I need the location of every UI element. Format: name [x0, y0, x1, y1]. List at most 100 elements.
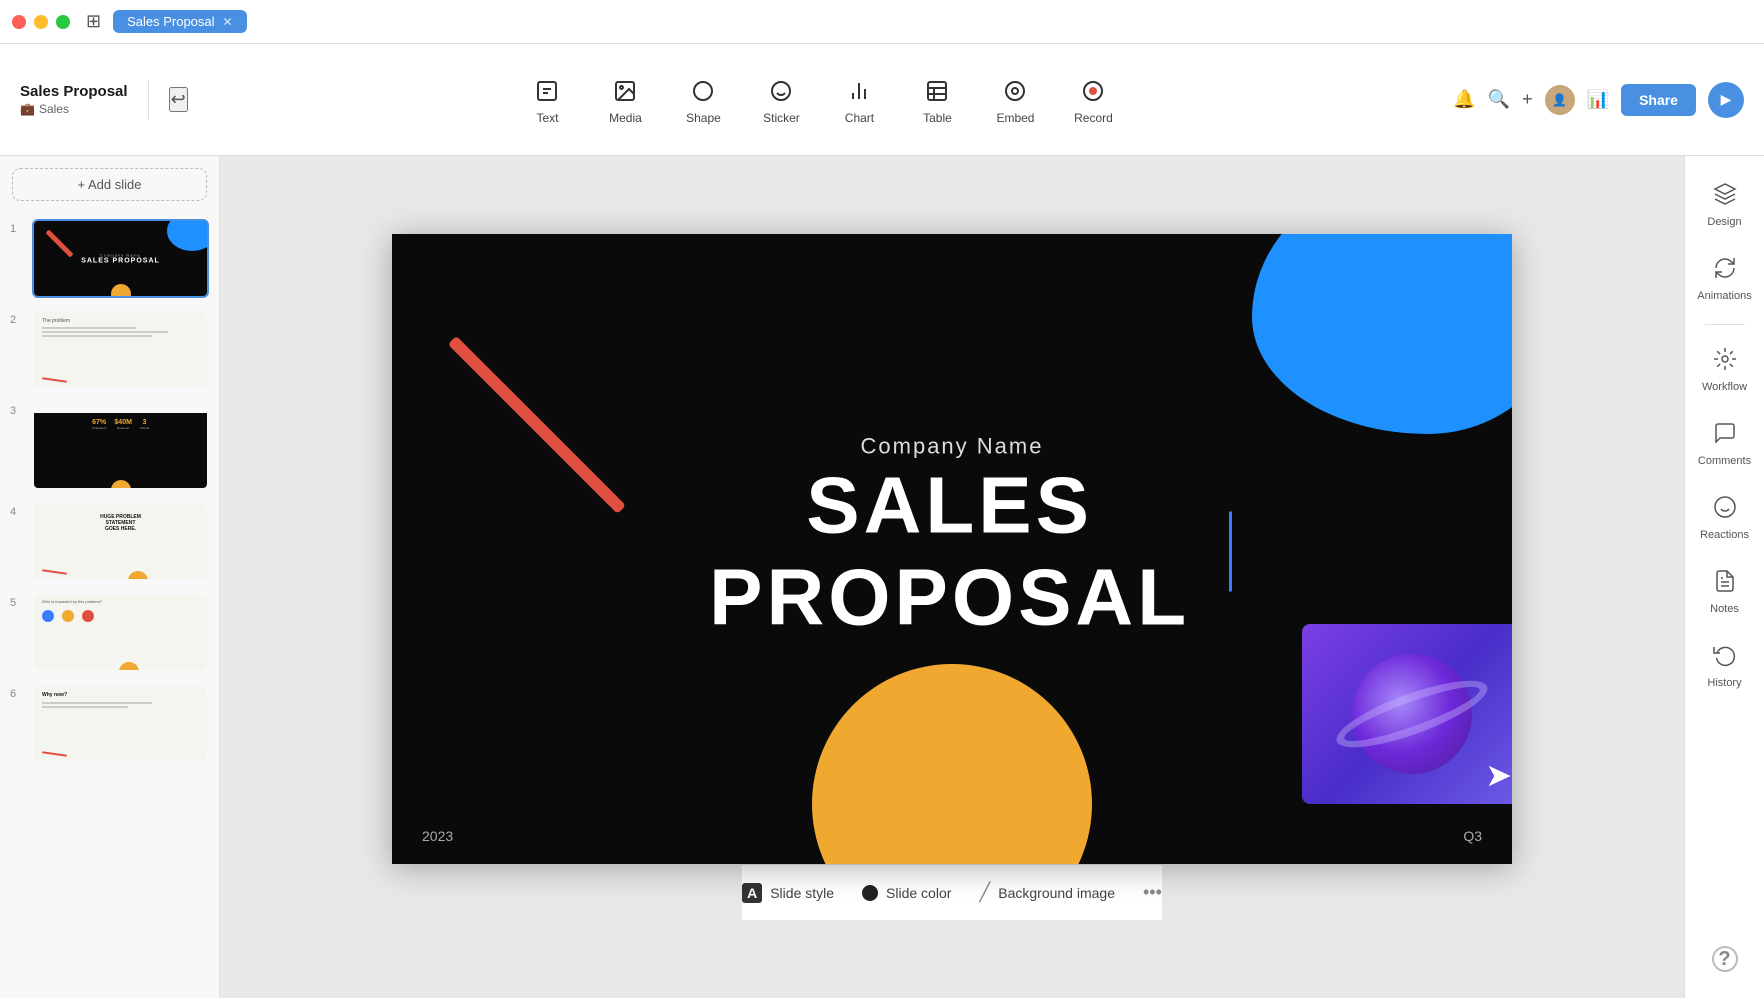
- tool-sticker[interactable]: Sticker: [756, 75, 806, 125]
- sticker-label: Sticker: [763, 111, 800, 125]
- close-dot[interactable]: [12, 15, 26, 29]
- bg-image-icon: ╱: [979, 882, 990, 903]
- animations-label: Animations: [1697, 290, 1751, 302]
- sticker-icon: [765, 75, 797, 107]
- table-label: Table: [923, 111, 952, 125]
- year-label: 2023: [422, 828, 453, 844]
- main-title-text: SALES PROPOSAL: [672, 460, 1232, 644]
- comments-label: Comments: [1698, 455, 1751, 467]
- tool-media[interactable]: Media: [600, 75, 650, 125]
- history-label: History: [1707, 677, 1741, 689]
- media-icon: [609, 75, 641, 107]
- history-icon: [1713, 643, 1737, 673]
- notification-button[interactable]: 🔔: [1453, 89, 1475, 110]
- toolbar-title-area: Sales Proposal 💼 Sales: [20, 83, 128, 116]
- slide-number-5: 5: [10, 593, 24, 609]
- chart-icon: [843, 75, 875, 107]
- slide-number-2: 2: [10, 310, 24, 326]
- slide-text-area: Company Name SALES PROPOSAL: [672, 434, 1232, 644]
- toolbar-tools: Text Media Shape Sticker Chart: [522, 75, 1118, 125]
- record-label: Record: [1074, 111, 1113, 125]
- tool-shape[interactable]: Shape: [678, 75, 728, 125]
- play-button[interactable]: ▶: [1708, 82, 1744, 118]
- more-options-button[interactable]: •••: [1143, 882, 1162, 903]
- search-button[interactable]: 🔍: [1488, 89, 1510, 110]
- panel-notes[interactable]: Notes: [1691, 559, 1759, 625]
- design-label: Design: [1707, 216, 1741, 228]
- share-button[interactable]: Share: [1621, 84, 1696, 116]
- main-layout: + Add slide 1 Company Name SALES PROPOSA…: [0, 156, 1764, 998]
- toolbar-divider-1: [148, 80, 149, 120]
- slide-color-label: Slide color: [886, 885, 951, 901]
- slide-thumb-2[interactable]: The problem: [32, 310, 209, 389]
- cursor-arrow-icon: ➤: [1485, 756, 1512, 794]
- slide-thumb-5[interactable]: Who is impacted by this problem?: [32, 593, 209, 672]
- title-bar: ⊞ Sales Proposal ✕: [0, 0, 1764, 44]
- minimize-dot[interactable]: [34, 15, 48, 29]
- maximize-dot[interactable]: [56, 15, 70, 29]
- text-cursor: [1229, 512, 1232, 592]
- planet-ring: [1330, 668, 1494, 760]
- window-controls: [12, 15, 70, 29]
- tool-table[interactable]: Table: [912, 75, 962, 125]
- embed-icon: [999, 75, 1031, 107]
- slide-item-2[interactable]: 2 The problem: [0, 304, 219, 395]
- panel-comments[interactable]: Comments: [1691, 411, 1759, 477]
- slide-item-3[interactable]: 3 67% Customers $40M Revenue 3: [0, 395, 219, 496]
- slide-thumb-3[interactable]: 67% Customers $40M Revenue 3 Clients: [32, 401, 209, 490]
- quarter-label: Q3: [1463, 828, 1482, 844]
- slide-thumb-4[interactable]: HUGE PROBLEM STATEMENT GOES HERE.: [32, 502, 209, 581]
- slide-color-item[interactable]: Slide color: [862, 885, 951, 901]
- workflow-label: Workflow: [1702, 381, 1747, 393]
- presentation-icon: 📊: [1587, 89, 1609, 110]
- help-button[interactable]: ?: [1691, 936, 1759, 982]
- bg-image-item[interactable]: ╱ Background image: [979, 882, 1115, 903]
- slide-thumb-1[interactable]: Company Name SALES PROPOSAL: [32, 219, 209, 298]
- slide-item-4[interactable]: 4 HUGE PROBLEM STATEMENT GOES HERE.: [0, 496, 219, 587]
- slide-style-item[interactable]: A Slide style: [742, 883, 834, 903]
- tool-embed[interactable]: Embed: [990, 75, 1040, 125]
- panel-animations[interactable]: Animations: [1691, 246, 1759, 312]
- right-divider-1: [1705, 324, 1745, 325]
- slide-style-label: Slide style: [770, 885, 834, 901]
- slide-panel: + Add slide 1 Company Name SALES PROPOSA…: [0, 156, 220, 998]
- slide-thumb-6[interactable]: Why now?: [32, 684, 209, 763]
- document-subtitle: 💼 Sales: [20, 102, 128, 116]
- yellow-circle-decoration: [812, 664, 1092, 864]
- red-line-decoration: [448, 336, 626, 514]
- slide-number-4: 4: [10, 502, 24, 518]
- slide-number-3: 3: [10, 401, 24, 417]
- comments-icon: [1713, 421, 1737, 451]
- notes-label: Notes: [1710, 603, 1739, 615]
- text-icon: [531, 75, 563, 107]
- slide-number-6: 6: [10, 684, 24, 700]
- subtitle-emoji: 💼: [20, 102, 35, 116]
- bg-image-label: Background image: [998, 885, 1115, 901]
- add-slide-button[interactable]: + Add slide: [12, 168, 207, 201]
- panel-design[interactable]: Design: [1691, 172, 1759, 238]
- tool-text[interactable]: Text: [522, 75, 572, 125]
- right-panel: Design Animations Workflow Comments: [1684, 156, 1764, 998]
- slide-color-icon: [862, 885, 878, 901]
- panel-workflow[interactable]: Workflow: [1691, 337, 1759, 403]
- planet-shape: [1352, 654, 1472, 774]
- panel-history[interactable]: History: [1691, 633, 1759, 699]
- toolbar-actions: 🔔 🔍 + 👤 📊 Share ▶: [1453, 82, 1744, 118]
- slide-item-1[interactable]: 1 Company Name SALES PROPOSAL: [0, 213, 219, 304]
- slide-style-icon: A: [742, 883, 762, 903]
- planet-sticker[interactable]: ➤: [1302, 624, 1512, 804]
- tool-record[interactable]: Record: [1068, 75, 1118, 125]
- active-tab[interactable]: Sales Proposal ✕: [113, 10, 247, 33]
- add-button[interactable]: +: [1522, 89, 1533, 110]
- tool-chart[interactable]: Chart: [834, 75, 884, 125]
- undo-button[interactable]: ↩: [169, 87, 188, 112]
- text-label: Text: [536, 111, 558, 125]
- slide-number-1: 1: [10, 219, 24, 235]
- reactions-label: Reactions: [1700, 529, 1749, 541]
- slide-item-6[interactable]: 6 Why now?: [0, 678, 219, 769]
- close-icon[interactable]: ✕: [223, 15, 233, 29]
- shape-label: Shape: [686, 111, 721, 125]
- workflow-icon: [1713, 347, 1737, 377]
- panel-reactions[interactable]: Reactions: [1691, 485, 1759, 551]
- slide-item-5[interactable]: 5 Who is impacted by this problem?: [0, 587, 219, 678]
